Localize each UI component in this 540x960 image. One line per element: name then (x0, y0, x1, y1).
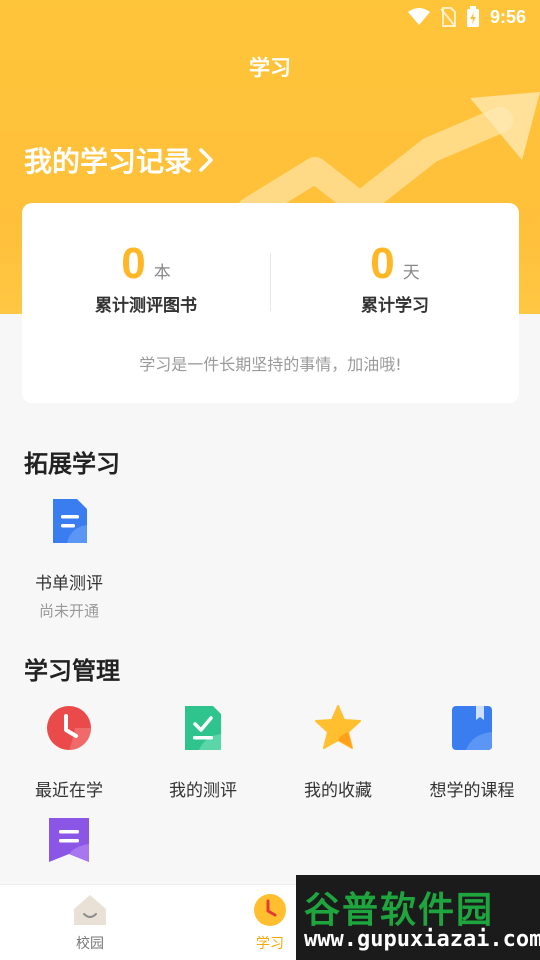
home-icon (74, 895, 106, 925)
extended-item-booklist-eval[interactable]: 书单测评 尚未开通 (2, 497, 136, 621)
manage-item-label: 我的测评 (169, 781, 237, 801)
manage-item-label: 最近在学 (35, 781, 103, 801)
star-icon (315, 705, 361, 749)
check-document-icon (185, 706, 221, 750)
watermark-title: 谷普软件园 (304, 890, 495, 931)
section-title-manage: 学习管理 (24, 657, 120, 685)
clock-icon (254, 894, 286, 926)
extended-item-status: 尚未开通 (38, 602, 99, 620)
manage-item-label: 想学的课程 (429, 781, 515, 801)
encouragement-tip: 学习是一件长期坚持的事情，加油哦! (139, 355, 402, 374)
manage-item-recent[interactable]: 最近在学 (2, 704, 136, 801)
manage-item-favorites[interactable]: 我的收藏 (271, 704, 405, 801)
page-title: 学习 (249, 56, 291, 80)
status-time: 9:56 (489, 6, 526, 27)
manage-item-list[interactable] (2, 816, 136, 868)
days-unit: 天 (402, 263, 420, 283)
document-icon (53, 499, 87, 543)
books-count: 0 (121, 239, 146, 288)
watermark-url: www.gupuxiazai.com (304, 927, 540, 952)
manage-item-label: 我的收藏 (304, 781, 372, 801)
watermark-banner: 谷普软件园 www.gupuxiazai.com (296, 875, 540, 960)
battery-charging-icon (466, 6, 479, 27)
clock-icon (47, 706, 91, 750)
list-bookmark-icon (49, 818, 89, 862)
days-label: 累计学习 (361, 296, 429, 316)
books-label: 累计测评图书 (95, 296, 197, 316)
tab-label: 校园 (76, 936, 104, 952)
wifi-icon (407, 8, 430, 25)
days-count: 0 (370, 239, 395, 288)
manage-item-my-evaluations[interactable]: 我的测评 (136, 704, 270, 801)
stat-books: 0本 累计测评图书 (22, 239, 270, 316)
no-sim-icon (440, 7, 456, 27)
my-learning-record-link[interactable]: 我的学习记录 (24, 140, 214, 180)
manage-item-wishlist-courses[interactable]: 想学的课程 (405, 704, 539, 801)
books-unit: 本 (153, 263, 171, 283)
tab-campus[interactable]: 校园 (40, 893, 140, 953)
extended-item-label: 书单测评 (35, 574, 103, 594)
stats-card: 0本 累计测评图书 0天 累计学习 学习是一件长期坚持的事情，加油哦! (22, 203, 519, 403)
bookmark-book-icon (452, 706, 492, 750)
section-title-extended: 拓展学习 (24, 450, 120, 478)
record-link-label: 我的学习记录 (24, 145, 193, 178)
chevron-right-icon (199, 148, 213, 172)
stat-days: 0天 累计学习 (271, 239, 519, 316)
status-bar: 9:56 (0, 0, 540, 36)
